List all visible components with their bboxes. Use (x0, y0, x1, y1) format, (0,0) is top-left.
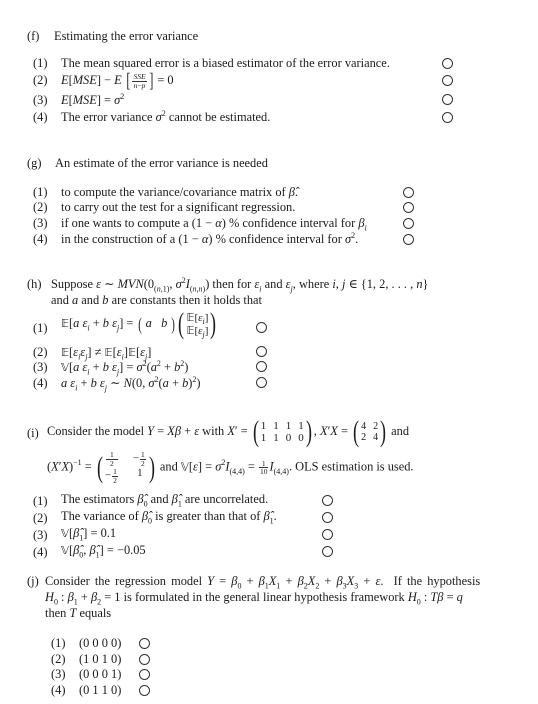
option-text-formula: 𝕍[a εi + b εj] = σ2(a2 + b2) (61, 358, 189, 377)
option-text-formula: 𝕍[β̂1] = 0.1 (61, 526, 117, 543)
option-number: (2) (51, 652, 66, 666)
option-radio-j1[interactable] (139, 638, 150, 649)
matrix-x-prime: 11111100 (260, 419, 304, 444)
option-number: (2) (33, 200, 48, 214)
option-number: (1) (51, 636, 66, 650)
question-stem-line1: Consider the regression model Y = β0 + β… (45, 574, 481, 591)
question-stem-line2: and a and b are constants then it holds … (51, 293, 262, 307)
option-radio-i2[interactable] (322, 512, 333, 523)
option-number: (1) (33, 56, 48, 70)
option-number: (3) (51, 667, 66, 681)
option-number: (4) (33, 232, 48, 246)
matrix-xtx-inverse: 1 2−1 2−1 2 1 (104, 450, 146, 485)
option-radio-j3[interactable] (139, 669, 150, 680)
question-label: (j) (27, 574, 39, 588)
option-radio-h2[interactable] (256, 346, 267, 357)
question-stem: Estimating the error variance (54, 29, 199, 43)
option-text-formula: 𝔼[a εi + b εj] = ( a b )(𝔼[εi] 𝔼[εj]) (61, 307, 217, 340)
option-number: (4) (33, 545, 48, 559)
option-radio-g1[interactable] (403, 187, 414, 198)
option-number: (2) (33, 345, 48, 359)
matrix-xtx: 4224 (361, 420, 379, 443)
option-radio-f2[interactable] (442, 75, 453, 86)
option-number: (4) (33, 376, 48, 390)
option-text-formula: E[MSE] = σ2 (61, 91, 125, 107)
option-radio-h1[interactable] (256, 322, 267, 333)
option-text: The variance of β̂0 is greater than that… (61, 509, 277, 526)
option-number: (3) (33, 528, 48, 542)
option-radio-g3[interactable] (403, 218, 414, 229)
option-text-formula: a εi + b εj ∼ N(0, σ2(a + b)2) (61, 374, 201, 393)
option-text: (1 0 1 0) (79, 652, 122, 666)
option-number: (2) (33, 73, 48, 87)
question-label: (i) (27, 426, 39, 440)
option-number: (1) (33, 321, 48, 335)
option-text: in the construction of a (1 − α) % confi… (61, 230, 359, 246)
option-radio-i1[interactable] (322, 495, 333, 506)
option-text-formula: E[MSE] − E [SSE n−p] = 0 (61, 70, 174, 92)
option-radio-f3[interactable] (442, 94, 453, 105)
option-text: The error variance σ2 cannot be estimate… (61, 108, 271, 124)
question-label: (f) (27, 29, 40, 43)
option-text: (0 0 0 0) (79, 636, 122, 650)
option-radio-h3[interactable] (256, 361, 267, 372)
option-text: to carry out the test for a significant … (61, 200, 296, 214)
option-radio-i3[interactable] (322, 529, 333, 540)
option-text: to compute the variance/covariance matri… (61, 185, 299, 199)
option-text: if one wants to compute a (1 − α) % conf… (61, 216, 367, 233)
option-radio-j4[interactable] (139, 685, 150, 696)
option-radio-f4[interactable] (442, 112, 453, 123)
option-radio-f1[interactable] (442, 58, 453, 69)
option-text-formula: 𝕍[β̂0, β̂1] = −0.05 (61, 543, 146, 560)
question-stem-line2: H0 : β1 + β2 = 1 is formulated in the ge… (45, 590, 463, 607)
question-stem-line2: (X′X)−1 = (1 2−1 2−1 2 1) and 𝕍[ε] = σ2I(4,4… (47, 450, 414, 485)
option-number: (3) (33, 216, 48, 230)
option-text: The estimators β̂0 and β̂1 are uncorrela… (61, 492, 269, 509)
option-radio-g4[interactable] (403, 234, 414, 245)
option-text: (0 0 0 1) (79, 667, 122, 681)
option-number: (4) (33, 110, 48, 124)
question-stem: An estimate of the error variance is nee… (55, 156, 268, 170)
option-text-formula: 𝔼[εiεj] ≠ 𝔼[εi]𝔼[εj] (61, 345, 152, 362)
option-number: (4) (51, 683, 66, 697)
option-radio-i4[interactable] (322, 546, 333, 557)
question-label: (g) (27, 156, 42, 170)
option-number: (1) (33, 185, 48, 199)
option-radio-j2[interactable] (139, 654, 150, 665)
option-number: (3) (33, 360, 48, 374)
option-radio-g2[interactable] (403, 202, 414, 213)
option-radio-h4[interactable] (256, 377, 267, 388)
option-number: (1) (33, 494, 48, 508)
option-number: (2) (33, 511, 48, 525)
question-label: (h) (27, 277, 42, 291)
option-text: The mean squared error is a biased estim… (61, 56, 390, 70)
question-stem-line3: then T equals (45, 606, 112, 620)
option-number: (3) (33, 93, 48, 107)
question-stem-line1: Suppose ε ∼ MVN(0(n,1), σ2I(n,n)) then f… (51, 275, 429, 294)
question-stem-line1: Consider the model Y = Xβ + ε with X′ = … (47, 415, 410, 448)
option-text: (0 1 1 0) (79, 683, 122, 697)
